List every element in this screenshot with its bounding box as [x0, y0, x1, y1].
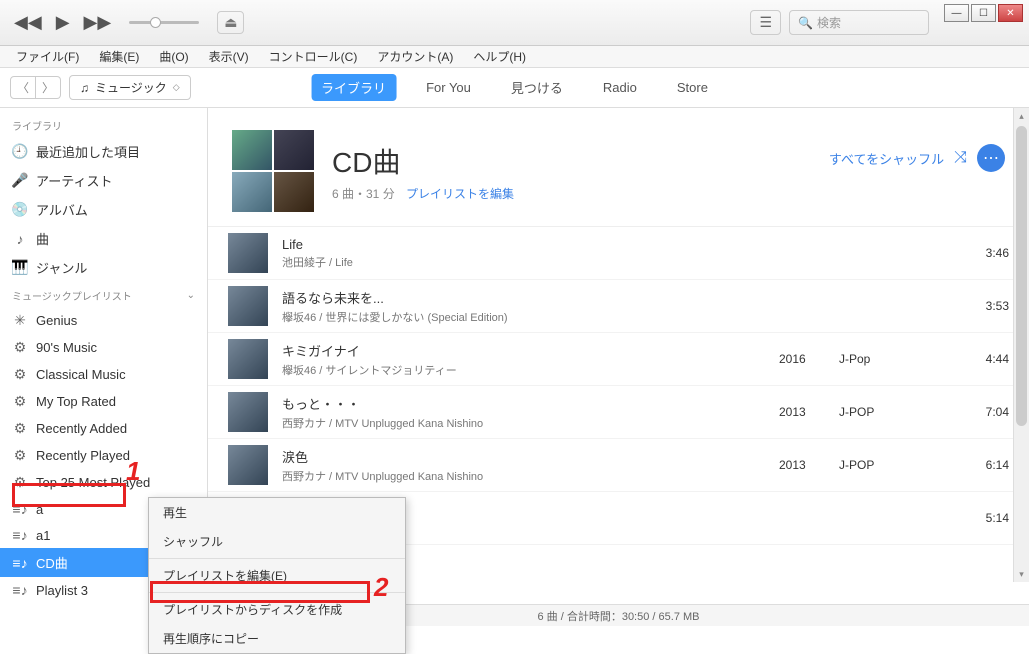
- mic-icon: 🎤: [12, 172, 28, 189]
- tab-store[interactable]: Store: [667, 76, 718, 99]
- scrollbar-thumb[interactable]: [1016, 126, 1027, 426]
- sidebar-playlist-classical[interactable]: ⚙Classical Music: [0, 361, 207, 388]
- track-artwork: [228, 445, 268, 485]
- sidebar-playlists-header: ミュージックプレイリスト⌄: [0, 282, 207, 307]
- ctx-copy-order[interactable]: 再生順序にコピー: [149, 624, 405, 653]
- menu-song[interactable]: 曲(O): [151, 46, 196, 67]
- scroll-up-arrow[interactable]: ▴: [1014, 108, 1029, 124]
- tab-foryou[interactable]: For You: [416, 76, 481, 99]
- smart-icon: ⚙: [12, 474, 28, 491]
- genre-icon: 🎹: [12, 259, 28, 276]
- top-toolbar: ◀◀ ▶ ▶▶ ⏏ ☰ 🔍 検索: [0, 0, 1029, 46]
- window-close-button[interactable]: ✕: [998, 4, 1023, 22]
- sidebar-item-artists[interactable]: 🎤アーティスト: [0, 166, 207, 195]
- genius-icon: ✳: [12, 312, 28, 329]
- menu-bar: ファイル(F) 編集(E) 曲(O) 表示(V) コントロール(C) アカウント…: [0, 46, 1029, 68]
- nav-back-button[interactable]: 〈: [10, 76, 36, 99]
- play-button[interactable]: ▶: [52, 10, 74, 35]
- album-icon: 💿: [12, 201, 28, 218]
- tab-library[interactable]: ライブラリ: [311, 74, 396, 101]
- sidebar-playlist-recent-added[interactable]: ⚙Recently Added: [0, 415, 207, 442]
- smart-icon: ⚙: [12, 420, 28, 437]
- note-icon: ♪: [12, 231, 28, 247]
- more-options-button[interactable]: ⋯: [977, 144, 1005, 172]
- nav-forward-button[interactable]: 〉: [36, 76, 61, 99]
- search-input[interactable]: 🔍 検索: [789, 10, 929, 35]
- sidebar-item-songs[interactable]: ♪曲: [0, 224, 207, 253]
- track-row[interactable]: 語るなら未来を...欅坂46 / 世界には愛しかない (Special Edit…: [208, 280, 1029, 333]
- prev-track-button[interactable]: ◀◀: [10, 10, 46, 35]
- sidebar-item-recent[interactable]: 🕘最近追加した項目: [0, 137, 207, 166]
- tab-radio[interactable]: Radio: [593, 76, 647, 99]
- sidebar-library-header: ライブラリ: [0, 112, 207, 137]
- search-placeholder: 検索: [817, 14, 841, 31]
- ctx-separator: [149, 558, 405, 559]
- smart-icon: ⚙: [12, 447, 28, 464]
- playlist-artwork: [232, 130, 314, 212]
- sidebar-playlist-toprated[interactable]: ⚙My Top Rated: [0, 388, 207, 415]
- context-menu: 再生 シャッフル プレイリストを編集(E) プレイリストからディスクを作成 再生…: [148, 497, 406, 654]
- track-artwork: [228, 233, 268, 273]
- playlist-subtitle: 6 曲・31 分: [332, 187, 395, 201]
- volume-thumb[interactable]: [150, 17, 161, 28]
- sidebar-playlist-90s[interactable]: ⚙90's Music: [0, 334, 207, 361]
- menu-control[interactable]: コントロール(C): [261, 46, 366, 67]
- track-row[interactable]: もっと・・・西野カナ / MTV Unplugged Kana Nishino …: [208, 386, 1029, 439]
- track-artwork: [228, 392, 268, 432]
- next-track-button[interactable]: ▶▶: [80, 10, 116, 35]
- menu-help[interactable]: ヘルプ(H): [465, 46, 534, 67]
- smart-icon: ⚙: [12, 393, 28, 410]
- playlist-icon: ≡♪: [12, 555, 28, 571]
- playlist-title: CD曲: [332, 141, 514, 181]
- chevron-icon: ◇: [173, 82, 180, 93]
- track-artwork: [228, 286, 268, 326]
- sidebar-item-genres[interactable]: 🎹ジャンル: [0, 253, 207, 282]
- edit-playlist-link[interactable]: プレイリストを編集: [406, 187, 514, 201]
- ctx-play[interactable]: 再生: [149, 498, 405, 527]
- playlist-icon: ≡♪: [12, 582, 28, 598]
- track-row[interactable]: Life池田綾子 / Life 3:46: [208, 227, 1029, 280]
- sidebar-item-albums[interactable]: 💿アルバム: [0, 195, 207, 224]
- ctx-separator: [149, 592, 405, 593]
- vertical-scrollbar[interactable]: ▴ ▾: [1013, 108, 1029, 582]
- clock-icon: 🕘: [12, 143, 28, 160]
- category-selector[interactable]: ♫ ミュージック ◇: [69, 75, 191, 100]
- shuffle-icon[interactable]: ⤨: [954, 149, 967, 167]
- menu-edit[interactable]: 編集(E): [91, 46, 147, 67]
- ctx-burn-disc[interactable]: プレイリストからディスクを作成: [149, 595, 405, 624]
- window-minimize-button[interactable]: —: [944, 4, 969, 22]
- playlist-header: CD曲 6 曲・31 分 プレイリストを編集 すべてをシャッフル ⤨ ⋯: [208, 108, 1029, 226]
- window-maximize-button[interactable]: ☐: [971, 4, 996, 22]
- sidebar-playlist-recent-played[interactable]: ⚙Recently Played: [0, 442, 207, 469]
- search-icon: 🔍: [798, 16, 813, 30]
- list-view-button[interactable]: ☰: [750, 10, 781, 35]
- scroll-down-arrow[interactable]: ▾: [1014, 566, 1029, 582]
- menu-file[interactable]: ファイル(F): [8, 46, 87, 67]
- track-row[interactable]: キミガイナイ欅坂46 / サイレントマジョリティー 2016 J-Pop 4:4…: [208, 333, 1029, 386]
- category-label: ミュージック: [95, 79, 167, 96]
- chevron-down-icon[interactable]: ⌄: [187, 290, 195, 301]
- shuffle-all-button[interactable]: すべてをシャッフル: [829, 149, 944, 168]
- playlist-icon: ≡♪: [12, 527, 28, 543]
- menu-account[interactable]: アカウント(A): [369, 46, 461, 67]
- volume-slider[interactable]: [129, 21, 199, 24]
- music-icon: ♫: [80, 81, 89, 95]
- track-row[interactable]: 涙色西野カナ / MTV Unplugged Kana Nishino 2013…: [208, 439, 1029, 492]
- ctx-shuffle[interactable]: シャッフル: [149, 527, 405, 556]
- ctx-edit-playlist[interactable]: プレイリストを編集(E): [149, 561, 405, 590]
- playlist-icon: ≡♪: [12, 501, 28, 517]
- sidebar-playlist-top25[interactable]: ⚙Top 25 Most Played: [0, 469, 207, 496]
- tab-browse[interactable]: 見つける: [501, 74, 573, 101]
- nav-row: 〈 〉 ♫ ミュージック ◇ ライブラリ For You 見つける Radio …: [0, 68, 1029, 108]
- smart-icon: ⚙: [12, 366, 28, 383]
- smart-icon: ⚙: [12, 339, 28, 356]
- menu-view[interactable]: 表示(V): [201, 46, 257, 67]
- sidebar-playlist-genius[interactable]: ✳Genius: [0, 307, 207, 334]
- track-artwork: [228, 339, 268, 379]
- airplay-icon[interactable]: ⏏: [217, 11, 244, 34]
